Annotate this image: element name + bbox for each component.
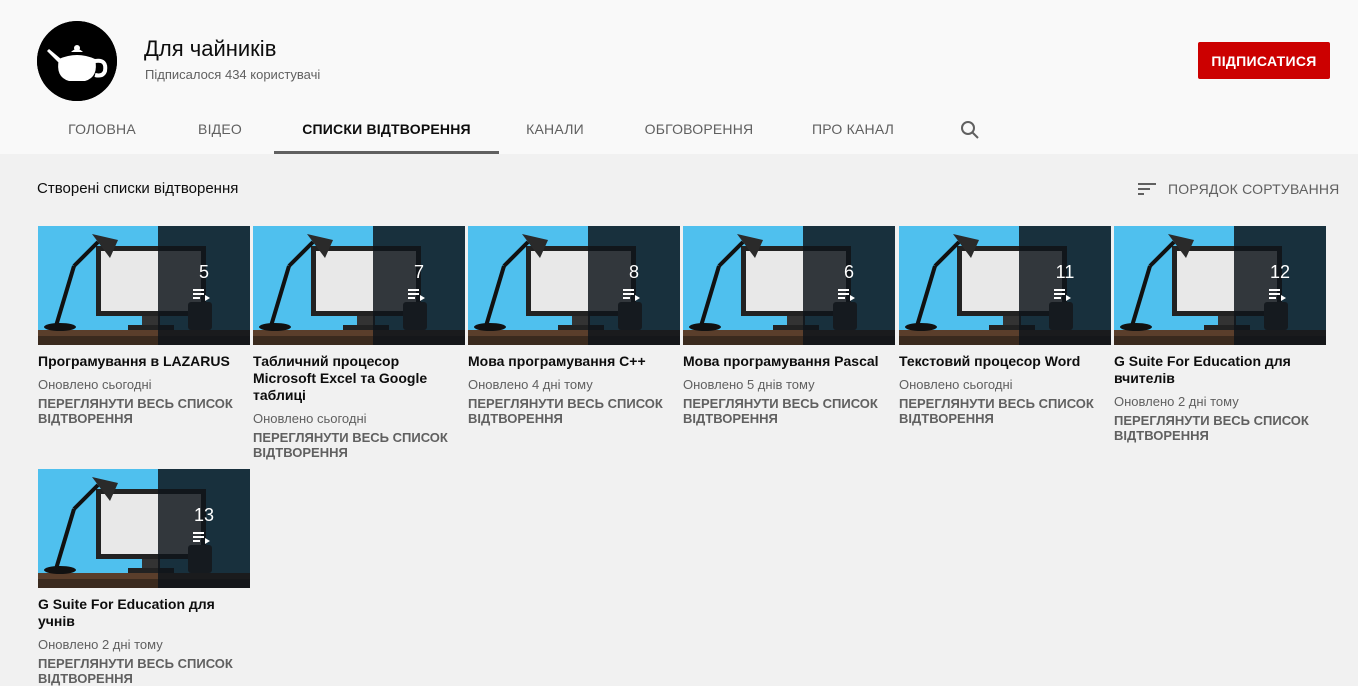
- playlist-overlay: [158, 226, 250, 345]
- video-count: 13: [193, 505, 215, 525]
- playlist-thumbnail[interactable]: 7: [253, 226, 465, 345]
- channel-tabs: ГОЛОВНА ВІДЕО СПИСКИ ВІДТВОРЕННЯ КАНАЛИ …: [0, 104, 1000, 154]
- playlist-title[interactable]: G Suite For Education для учнів: [38, 596, 248, 630]
- view-full-playlist-link[interactable]: ПЕРЕГЛЯНУТИ ВЕСЬ СПИСОК ВІДТВОРЕННЯ: [253, 430, 453, 460]
- channel-avatar[interactable]: [37, 21, 117, 101]
- playlist-icon: [838, 289, 855, 301]
- playlist-thumbnail[interactable]: 8: [468, 226, 680, 345]
- sort-icon: [1138, 183, 1156, 195]
- playlist-card[interactable]: 11 Текстовий процесор Word Оновлено сьог…: [899, 226, 1111, 426]
- playlist-title[interactable]: Мова програмування C++: [468, 353, 678, 370]
- video-count: 5: [198, 262, 209, 282]
- playlist-overlay: [588, 226, 680, 345]
- playlist-updated: Оновлено 5 днів тому: [683, 377, 815, 392]
- playlist-updated: Оновлено 2 дні тому: [38, 637, 163, 652]
- view-full-playlist-link[interactable]: ПЕРЕГЛЯНУТИ ВЕСЬ СПИСОК ВІДТВОРЕННЯ: [899, 396, 1099, 426]
- playlist-title[interactable]: Текстовий процесор Word: [899, 353, 1109, 370]
- playlist-updated: Оновлено сьогодні: [253, 411, 367, 426]
- tab-home[interactable]: ГОЛОВНА: [50, 104, 154, 154]
- playlist-updated: Оновлено сьогодні: [899, 377, 1013, 392]
- view-full-playlist-link[interactable]: ПЕРЕГЛЯНУТИ ВЕСЬ СПИСОК ВІДТВОРЕННЯ: [38, 656, 238, 686]
- channel-header: Для чайників Підписалося 434 користувачі…: [0, 0, 1358, 154]
- playlist-thumbnail[interactable]: 12: [1114, 226, 1326, 345]
- subscriber-count: Підписалося 434 користувачі: [145, 67, 321, 82]
- view-full-playlist-link[interactable]: ПЕРЕГЛЯНУТИ ВЕСЬ СПИСОК ВІДТВОРЕННЯ: [1114, 413, 1314, 443]
- playlist-overlay: [373, 226, 465, 345]
- video-count: 7: [413, 262, 424, 282]
- video-count: 8: [628, 262, 639, 282]
- video-count: 12: [1269, 262, 1291, 282]
- playlist-icon: [193, 289, 210, 301]
- playlist-updated: Оновлено 2 дні тому: [1114, 394, 1239, 409]
- playlist-icon: [408, 289, 425, 301]
- playlist-title[interactable]: G Suite For Education для вчителів: [1114, 353, 1324, 387]
- playlist-icon: [1054, 289, 1071, 301]
- channel-name[interactable]: Для чайників: [144, 36, 276, 62]
- playlist-card[interactable]: 7 Табличний процесор Microsoft Excel та …: [253, 226, 465, 460]
- video-count: 11: [1055, 262, 1075, 282]
- playlist-overlay: [1019, 226, 1111, 345]
- playlist-updated: Оновлено сьогодні: [38, 377, 152, 392]
- sort-button[interactable]: ПОРЯДОК СОРТУВАННЯ: [1136, 179, 1340, 199]
- playlist-icon: [193, 532, 210, 544]
- tab-about[interactable]: ПРО КАНАЛ: [797, 104, 909, 154]
- playlist-thumbnail[interactable]: 13: [38, 469, 250, 588]
- playlist-thumbnail[interactable]: 6: [683, 226, 895, 345]
- playlist-card[interactable]: 5 Програмування в LAZARUS Оновлено сього…: [38, 226, 250, 426]
- tab-videos[interactable]: ВІДЕО: [168, 104, 272, 154]
- teapot-icon: [37, 21, 117, 101]
- playlist-thumbnail[interactable]: 11: [899, 226, 1111, 345]
- playlist-updated: Оновлено 4 дні тому: [468, 377, 593, 392]
- playlist-overlay: [1234, 226, 1326, 345]
- playlist-title[interactable]: Мова програмування Pascal: [683, 353, 893, 370]
- playlist-card[interactable]: 13 G Suite For Education для учнів Оновл…: [38, 469, 250, 686]
- playlist-overlay: [803, 226, 895, 345]
- sort-label: ПОРЯДОК СОРТУВАННЯ: [1168, 181, 1340, 197]
- tab-playlists[interactable]: СПИСКИ ВІДТВОРЕННЯ: [274, 104, 499, 154]
- playlist-thumbnail[interactable]: 5: [38, 226, 250, 345]
- playlist-card[interactable]: 8 Мова програмування C++ Оновлено 4 дні …: [468, 226, 680, 426]
- playlist-card[interactable]: 12 G Suite For Education для вчителів Он…: [1114, 226, 1326, 443]
- view-full-playlist-link[interactable]: ПЕРЕГЛЯНУТИ ВЕСЬ СПИСОК ВІДТВОРЕННЯ: [683, 396, 883, 426]
- playlist-icon: [623, 289, 640, 301]
- search-icon[interactable]: [958, 118, 982, 142]
- view-full-playlist-link[interactable]: ПЕРЕГЛЯНУТИ ВЕСЬ СПИСОК ВІДТВОРЕННЯ: [38, 396, 238, 426]
- playlist-title[interactable]: Табличний процесор Microsoft Excel та Go…: [253, 353, 463, 404]
- tab-channels[interactable]: КАНАЛИ: [507, 104, 603, 154]
- subscribe-button[interactable]: ПІДПИСАТИСЯ: [1198, 42, 1330, 79]
- playlist-title[interactable]: Програмування в LAZARUS: [38, 353, 248, 370]
- playlist-icon: [1269, 289, 1286, 301]
- playlist-card[interactable]: 6 Мова програмування Pascal Оновлено 5 д…: [683, 226, 895, 426]
- section-title: Створені списки відтворення: [37, 180, 239, 197]
- tab-discussion[interactable]: ОБГОВОРЕННЯ: [635, 104, 763, 154]
- video-count: 6: [843, 262, 854, 282]
- playlist-overlay: [158, 469, 250, 588]
- view-full-playlist-link[interactable]: ПЕРЕГЛЯНУТИ ВЕСЬ СПИСОК ВІДТВОРЕННЯ: [468, 396, 668, 426]
